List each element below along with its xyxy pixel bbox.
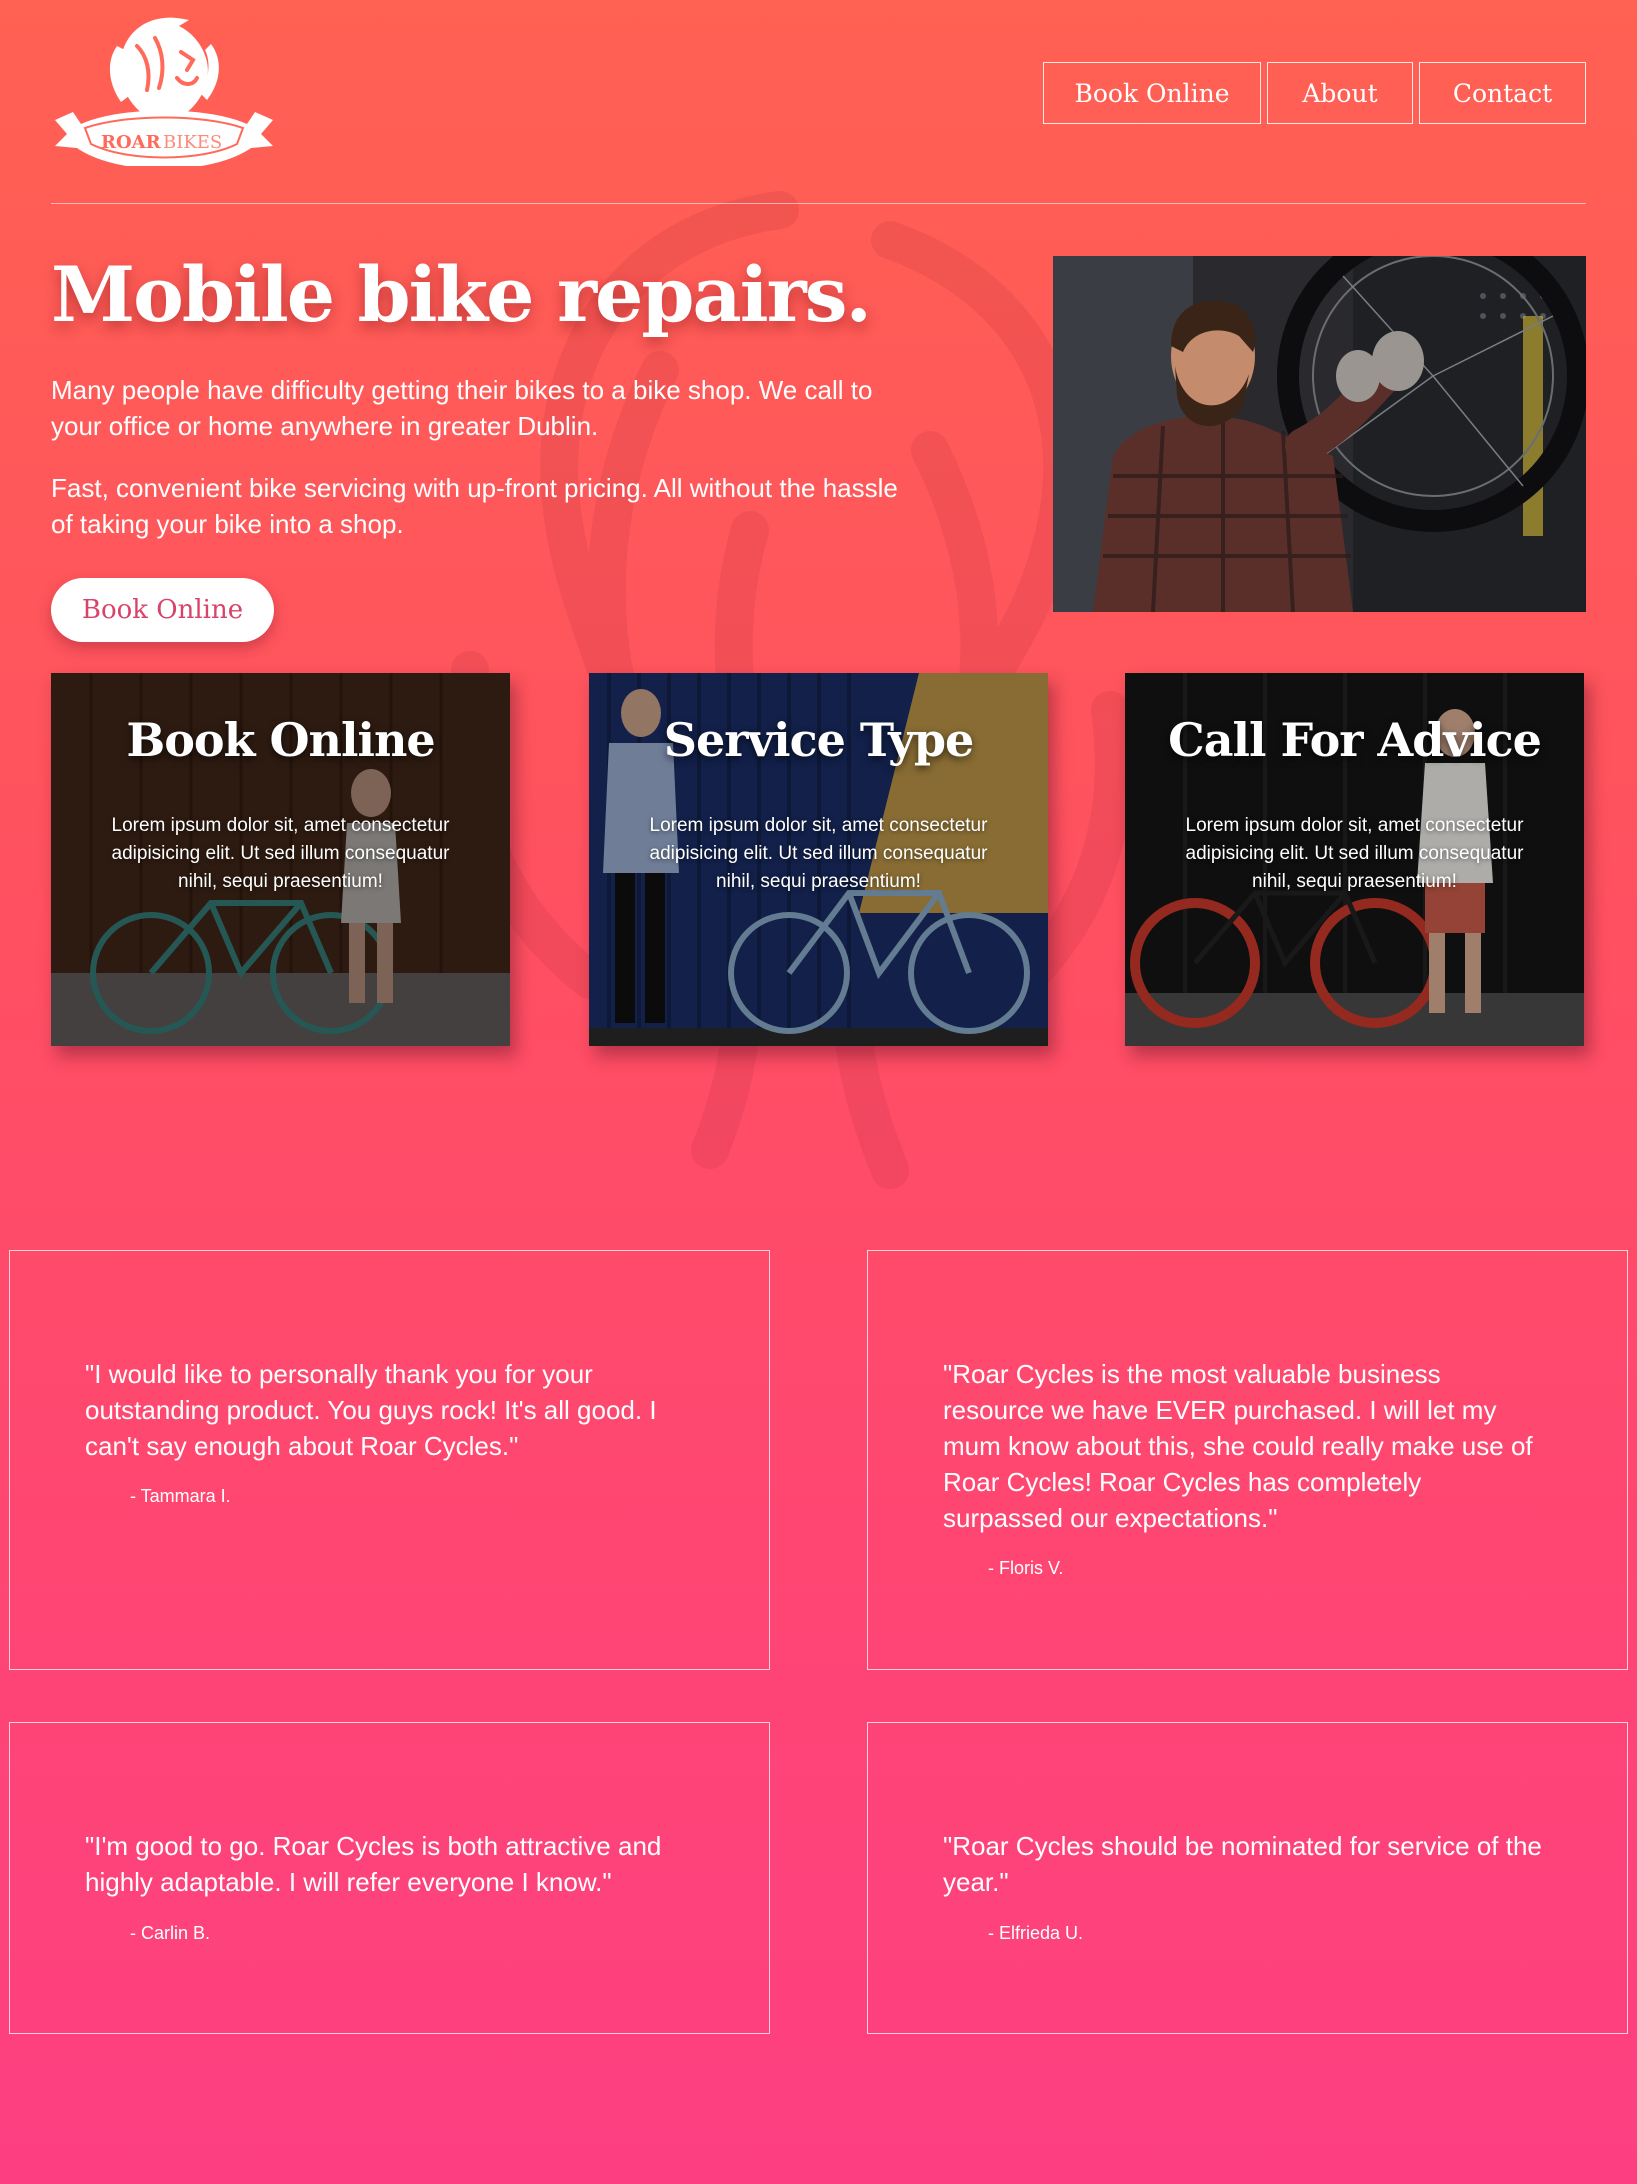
svg-text:BIKES: BIKES [163, 132, 222, 153]
card-text: Lorem ipsum dolor sit, amet consectetur … [111, 815, 450, 892]
svg-text:ROAR: ROAR [101, 132, 162, 153]
testimonial-quote: "Roar Cycles should be nominated for ser… [943, 1831, 1542, 1897]
testimonial-card: "Roar Cycles is the most valuable busine… [867, 1250, 1628, 1670]
hero-paragraph-2: Fast, convenient bike servicing with up-… [51, 473, 898, 539]
testimonial-card: "Roar Cycles should be nominated for ser… [867, 1722, 1628, 2034]
roar-bikes-logo[interactable]: ROAR BIKES [51, 16, 277, 169]
card-title: Call For Advice [1168, 713, 1542, 767]
testimonial-author: - Carlin B. [130, 1923, 211, 1943]
testimonial-quote: "I would like to personally thank you fo… [85, 1359, 657, 1461]
testimonial-author: - Floris V. [988, 1558, 1064, 1578]
nav-contact[interactable]: Contact [1419, 62, 1586, 124]
testimonial-author: - Tammara I. [130, 1486, 231, 1506]
hero-paragraph-1: Many people have difficulty getting thei… [51, 375, 873, 441]
hero-title: Mobile bike repairs. [51, 250, 872, 339]
nav-book-online[interactable]: Book Online [1043, 62, 1261, 124]
hero-book-online-button[interactable]: Book Online [51, 578, 274, 642]
testimonial-quote: "Roar Cycles is the most valuable busine… [943, 1359, 1533, 1533]
testimonial-card: "I would like to personally thank you fo… [9, 1250, 770, 1670]
card-service-type[interactable]: Service Type Lorem ipsum dolor sit, amet… [589, 673, 1048, 1046]
card-text: Lorem ipsum dolor sit, amet consectetur … [649, 815, 988, 892]
testimonial-card: "I'm good to go. Roar Cycles is both att… [9, 1722, 770, 2034]
mechanic-photo [1053, 256, 1586, 612]
main-nav: Book Online About Contact [1043, 62, 1586, 124]
site-header: ROAR BIKES Book Online About Contact [51, 0, 1586, 204]
card-text: Lorem ipsum dolor sit, amet consectetur … [1185, 815, 1524, 892]
card-call-for-advice[interactable]: Call For Advice Lorem ipsum dolor sit, a… [1125, 673, 1584, 1046]
testimonial-quote: "I'm good to go. Roar Cycles is both att… [85, 1831, 662, 1897]
nav-about[interactable]: About [1267, 62, 1413, 124]
testimonial-author: - Elfrieda U. [988, 1923, 1084, 1943]
card-title: Service Type [663, 713, 975, 767]
card-title: Book Online [126, 713, 435, 767]
card-book-online[interactable]: Book Online Lorem ipsum dolor sit, amet … [51, 673, 510, 1046]
